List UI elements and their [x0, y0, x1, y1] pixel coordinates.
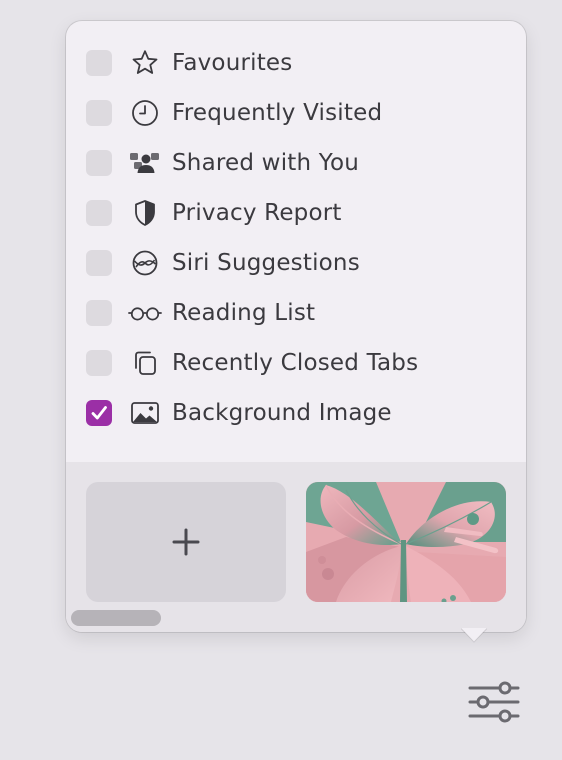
star-icon	[128, 48, 162, 78]
glasses-icon	[128, 298, 162, 328]
shield-icon	[128, 198, 162, 228]
siri-suggestions-label: Siri Suggestions	[172, 250, 360, 276]
add-background-image-button[interactable]	[86, 482, 286, 602]
menu-item-privacy-report[interactable]: Privacy Report	[66, 188, 526, 238]
popover-arrow	[461, 628, 487, 643]
privacy-report-label: Privacy Report	[172, 200, 342, 226]
menu-item-frequently-visited[interactable]: Frequently Visited	[66, 88, 526, 138]
menu-item-siri-suggestions[interactable]: Siri Suggestions	[66, 238, 526, 288]
plus-icon	[172, 528, 200, 556]
shared-people-icon	[128, 148, 162, 178]
menu-item-favourites[interactable]: Favourites	[66, 38, 526, 88]
butterfly-wallpaper-thumbnail[interactable]	[306, 482, 506, 602]
menu-item-background-image[interactable]: Background Image	[66, 388, 526, 438]
siri-suggestions-checkbox[interactable]	[86, 250, 112, 276]
favourites-label: Favourites	[172, 50, 293, 76]
section-list: Favourites Frequently Visited Shared wit…	[66, 38, 526, 438]
shared-with-you-checkbox[interactable]	[86, 150, 112, 176]
menu-item-recently-closed-tabs[interactable]: Recently Closed Tabs	[66, 338, 526, 388]
background-image-picker	[66, 462, 526, 632]
menu-item-reading-list[interactable]: Reading List	[66, 288, 526, 338]
tabs-icon	[128, 348, 162, 378]
customize-start-page-button[interactable]	[466, 678, 522, 726]
checkmark-icon	[91, 406, 107, 420]
favourites-checkbox[interactable]	[86, 50, 112, 76]
privacy-report-checkbox[interactable]	[86, 200, 112, 226]
frequently-visited-checkbox[interactable]	[86, 100, 112, 126]
background-image-label: Background Image	[172, 400, 392, 426]
horizontal-scrollbar[interactable]	[71, 610, 161, 626]
recently-closed-tabs-label: Recently Closed Tabs	[172, 350, 419, 376]
shared-with-you-label: Shared with You	[172, 150, 360, 176]
background-image-checkbox[interactable]	[86, 400, 112, 426]
frequently-visited-label: Frequently Visited	[172, 100, 383, 126]
reading-list-label: Reading List	[172, 300, 316, 326]
sliders-icon	[468, 681, 520, 723]
butterfly-wallpaper-image	[306, 482, 506, 602]
recently-closed-tabs-checkbox[interactable]	[86, 350, 112, 376]
photo-icon	[128, 398, 162, 428]
start-page-customize-popover: Favourites Frequently Visited Shared wit…	[66, 21, 526, 632]
menu-item-shared-with-you[interactable]: Shared with You	[66, 138, 526, 188]
siri-icon	[128, 248, 162, 278]
reading-list-checkbox[interactable]	[86, 300, 112, 326]
clock-icon	[128, 98, 162, 128]
